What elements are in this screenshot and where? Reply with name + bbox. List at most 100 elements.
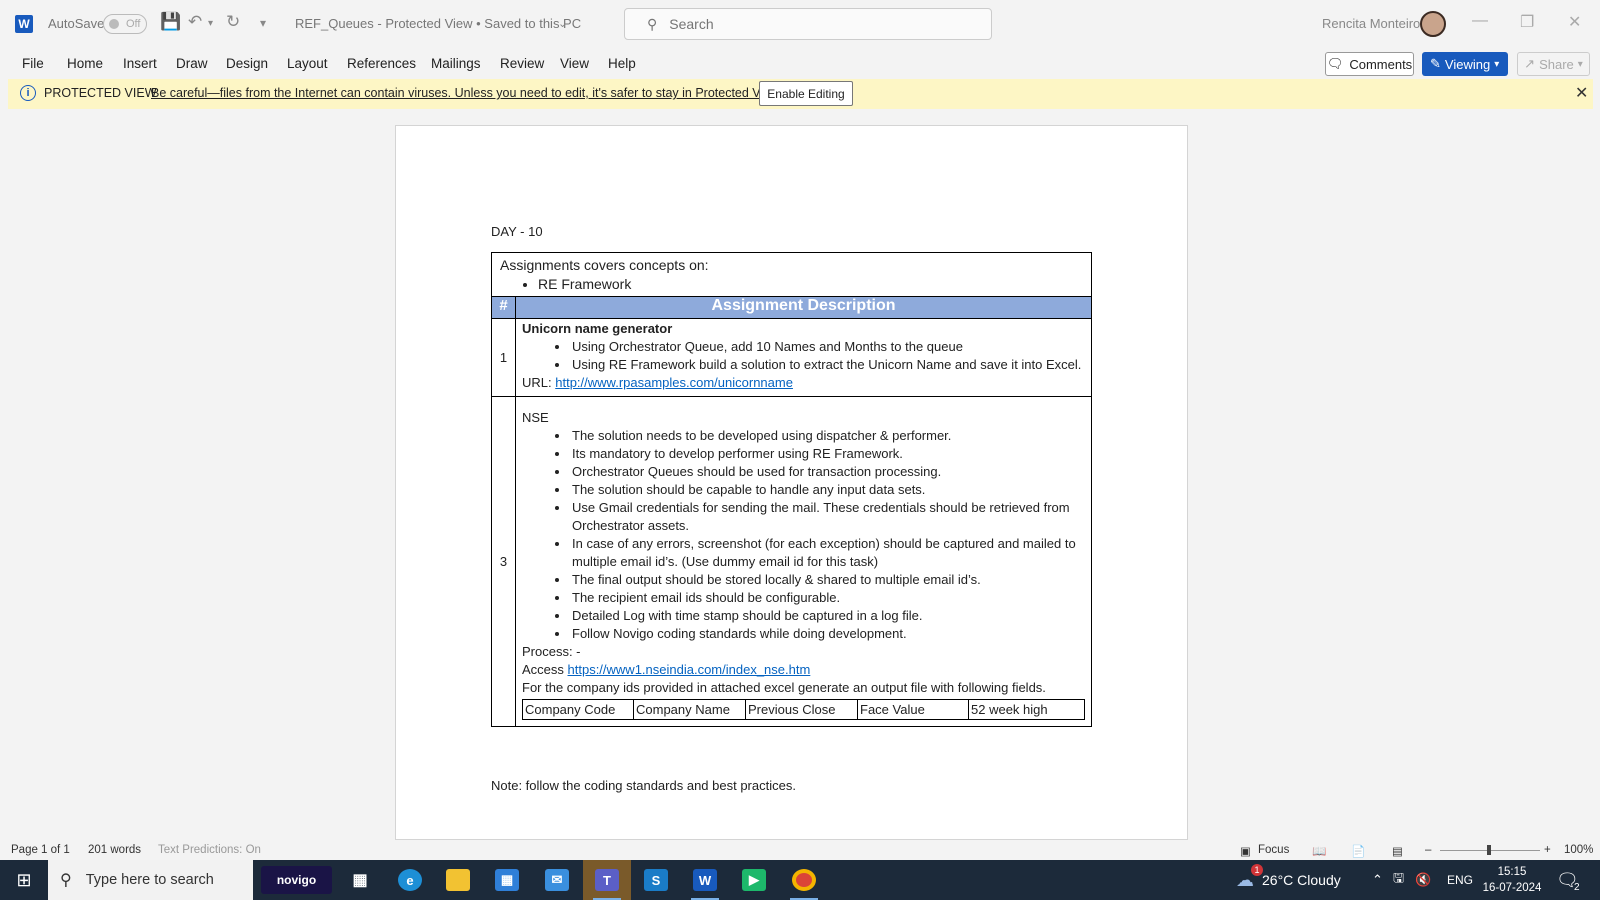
tab-review[interactable]: Review (500, 56, 544, 71)
chevron-down-icon: ▾ (1577, 58, 1583, 70)
zoom-in-icon[interactable]: + (1544, 844, 1551, 856)
protected-view-bar: i PROTECTED VIEW Be careful—files from t… (8, 79, 1593, 109)
viewing-mode-button[interactable]: ✎ Viewing ▾ (1422, 52, 1508, 76)
tab-mailings[interactable]: Mailings (431, 56, 481, 71)
url-label: URL: (522, 375, 556, 390)
word-taskbar-icon[interactable]: W (681, 860, 729, 900)
list-item: Using Orchestrator Queue, add 10 Names a… (570, 338, 1085, 356)
tab-home[interactable]: Home (67, 56, 103, 71)
field-cell: Face Value (857, 699, 969, 720)
access-label: Access (522, 662, 568, 677)
text-predictions-status[interactable]: Text Predictions: On (158, 844, 261, 856)
share-button[interactable]: ↗ Share ▾ (1517, 52, 1590, 76)
notification-icon[interactable]: 🗨 (1556, 860, 1579, 900)
close-icon[interactable]: ✕ (1575, 83, 1588, 103)
tab-view[interactable]: View (560, 56, 589, 71)
save-icon[interactable]: 💾 (160, 12, 181, 32)
volume-muted-icon[interactable]: 🔇 (1415, 860, 1431, 900)
avatar[interactable] (1420, 11, 1446, 37)
tab-insert[interactable]: Insert (123, 56, 157, 71)
nse-url-link[interactable]: https://www1.nseindia.com/index_nse.htm (568, 662, 811, 677)
read-mode-icon[interactable]: 📖 (1312, 844, 1326, 858)
tab-references[interactable]: References (347, 56, 416, 71)
chevron-up-icon[interactable]: ⌃ (1372, 860, 1383, 900)
zoom-level[interactable]: 100% (1564, 844, 1593, 856)
store-icon[interactable]: ▦ (483, 860, 531, 900)
search-icon: ⚲ (60, 872, 72, 889)
autosave-toggle[interactable]: Off (103, 14, 147, 34)
taskbar: ⊞ ⚲ Type here to search novigo ▦ e ▦ ✉ T… (0, 860, 1600, 900)
concepts-intro: Assignments covers concepts on: (500, 257, 709, 273)
focus-icon[interactable]: ▣ (1240, 844, 1251, 858)
fields-table: Company Code Company Name Previous Close… (522, 699, 1085, 720)
novigo-app-icon[interactable]: novigo (261, 866, 332, 894)
taskbar-search-placeholder: Type here to search (85, 872, 214, 888)
search-box[interactable]: ⚲ (624, 8, 992, 40)
weather-widget[interactable]: ☁ 1 26°C Cloudy (1236, 860, 1341, 900)
comments-button[interactable]: 🗨 Comments (1325, 52, 1414, 76)
list-item: In case of any errors, screenshot (for e… (570, 535, 1085, 571)
chrome-icon[interactable] (780, 860, 828, 900)
undo-icon[interactable]: ↶ (188, 12, 202, 32)
assignment-table: Assignments covers concepts on: RE Frame… (491, 252, 1092, 727)
protected-view-title: PROTECTED VIEW (44, 86, 157, 100)
list-item: The recipient email ids should be config… (570, 589, 1085, 607)
header-description: Assignment Description (515, 296, 1092, 319)
undo-dropdown-icon[interactable]: ▾ (208, 18, 213, 29)
tab-draw[interactable]: Draw (176, 56, 208, 71)
network-icon[interactable]: 🖫 (1393, 860, 1404, 900)
redo-icon[interactable]: ↻ (226, 12, 240, 32)
page-count[interactable]: Page 1 of 1 (11, 844, 70, 856)
media-player-icon[interactable]: ▶ (730, 860, 778, 900)
word-app-icon: W (15, 15, 33, 33)
date: 16-07-2024 (1482, 882, 1542, 894)
list-item: The solution needs to be developed using… (570, 427, 1085, 445)
list-item: The solution should be capable to handle… (570, 481, 1085, 499)
list-item: Using RE Framework build a solution to e… (570, 356, 1085, 374)
protected-view-message[interactable]: Be careful—files from the Internet can c… (151, 86, 782, 100)
task-view-icon[interactable]: ▦ (336, 860, 384, 900)
close-icon[interactable]: ✕ (1568, 12, 1581, 32)
print-layout-icon[interactable]: 📄 (1351, 844, 1365, 858)
row-number: 3 (491, 396, 516, 727)
sharepoint-icon[interactable]: S (632, 860, 680, 900)
tab-file[interactable]: File (22, 56, 44, 71)
list-item: The final output should be stored locall… (570, 571, 1085, 589)
tab-layout[interactable]: Layout (287, 56, 328, 71)
concepts-cell: Assignments covers concepts on: RE Frame… (491, 252, 1092, 297)
search-icon: ⚲ (647, 15, 658, 32)
file-explorer-icon[interactable] (434, 860, 482, 900)
list-item: Follow Novigo coding standards while doi… (570, 625, 1085, 643)
customize-toolbar-icon[interactable]: ▾ (260, 16, 266, 30)
clock[interactable]: 15:15 16-07-2024 (1482, 864, 1542, 896)
mail-icon[interactable]: ✉ (533, 860, 581, 900)
document-title[interactable]: REF_Queues - Protected View • Saved to t… (295, 16, 581, 31)
search-input[interactable] (669, 16, 970, 32)
chevron-down-icon[interactable]: ⌄ (558, 17, 567, 30)
zoom-slider-thumb[interactable] (1487, 845, 1491, 855)
minimize-icon[interactable]: — (1472, 12, 1488, 30)
tab-design[interactable]: Design (226, 56, 268, 71)
focus-button[interactable]: Focus (1258, 844, 1289, 856)
edge-icon[interactable]: e (386, 860, 434, 900)
enable-editing-button[interactable]: Enable Editing (759, 81, 853, 106)
title-bar: W AutoSave Off 💾 ↶ ▾ ↻ ▾ REF_Queues - Pr… (0, 0, 1600, 48)
process-label: Process: - (522, 644, 581, 659)
comment-icon: 🗨 (1326, 56, 1344, 71)
assignment-title: Unicorn name generator (522, 321, 673, 336)
restore-icon[interactable]: ❐ (1520, 12, 1534, 32)
user-name[interactable]: Rencita Monteiro (1322, 16, 1420, 31)
day-heading: DAY - 10 (491, 224, 543, 239)
weather-badge: 1 (1251, 864, 1263, 876)
unicorn-url-link[interactable]: http://www.rpasamples.com/unicornname (555, 375, 793, 390)
word-count[interactable]: 201 words (88, 844, 141, 856)
web-layout-icon[interactable]: ▤ (1392, 844, 1403, 858)
tab-help[interactable]: Help (608, 56, 636, 71)
zoom-out-icon[interactable]: – (1425, 844, 1431, 856)
teams-icon[interactable]: T (583, 860, 631, 900)
taskbar-search[interactable]: ⚲ Type here to search (48, 860, 253, 900)
row-number: 1 (491, 318, 516, 397)
header-number: # (491, 296, 516, 319)
language-indicator[interactable]: ENG (1447, 860, 1473, 900)
windows-start-icon[interactable]: ⊞ (0, 860, 48, 900)
